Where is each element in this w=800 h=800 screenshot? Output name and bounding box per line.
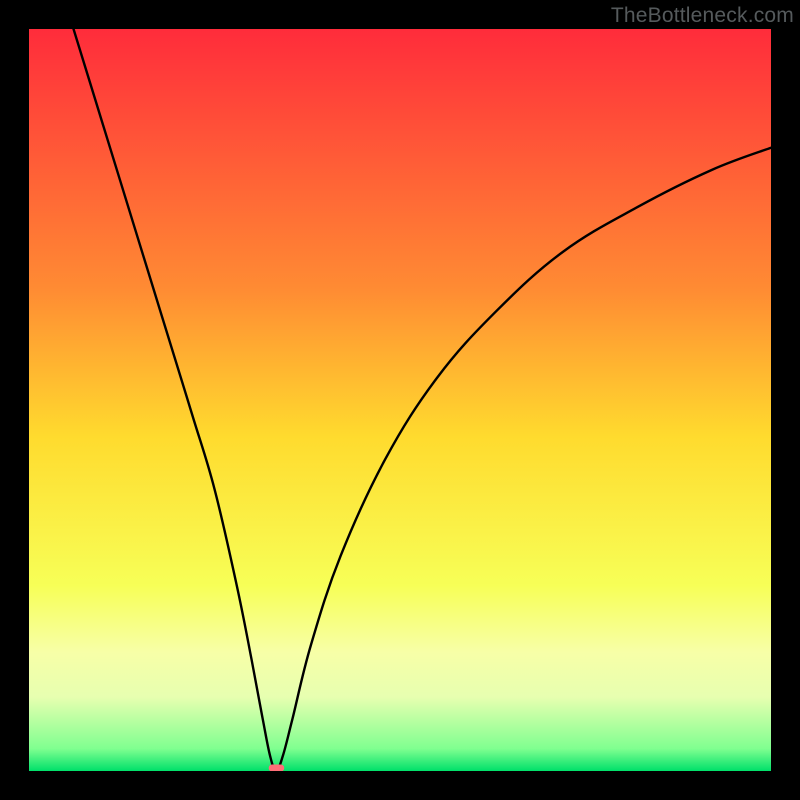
chart-frame bbox=[29, 29, 771, 771]
watermark-text: TheBottleneck.com bbox=[611, 4, 794, 28]
chart-background bbox=[29, 29, 771, 771]
minimum-marker bbox=[269, 765, 285, 771]
bottleneck-chart bbox=[29, 29, 771, 771]
